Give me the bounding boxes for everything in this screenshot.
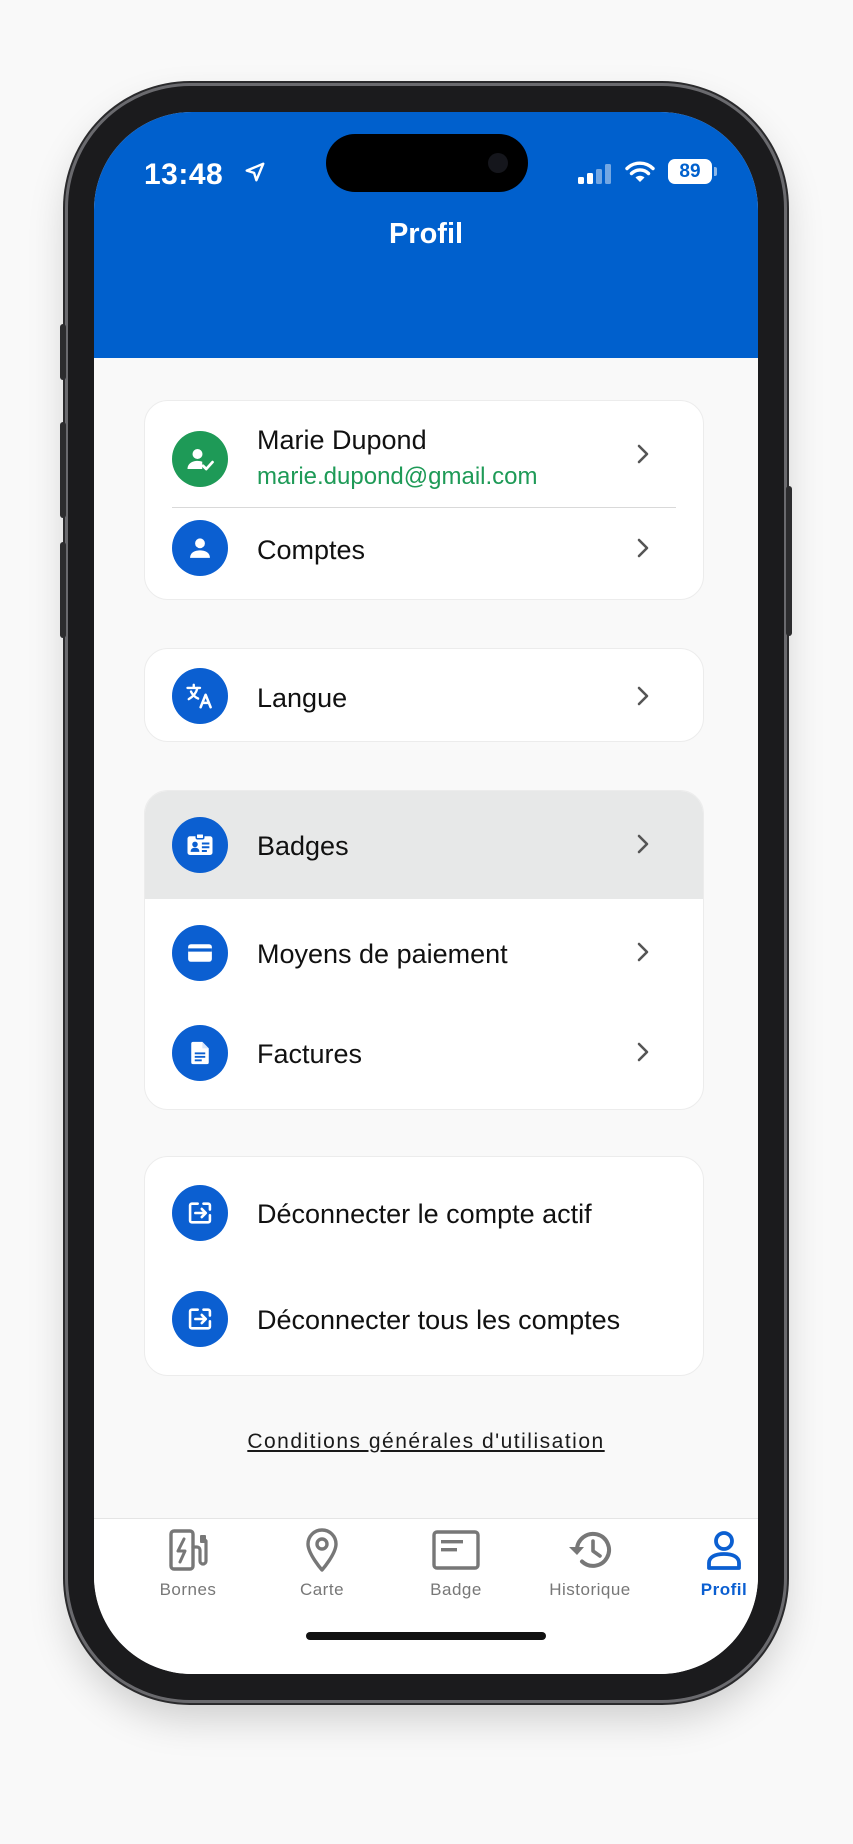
verified-user-icon: [187, 449, 214, 471]
language-row[interactable]: Langue: [145, 649, 703, 741]
document-icon: [191, 1041, 209, 1065]
accounts-avatar: [172, 520, 228, 576]
logout-icon: [188, 1202, 212, 1224]
tab-profil[interactable]: Profil: [657, 1527, 758, 1600]
history-icon: [569, 1531, 611, 1568]
home-indicator[interactable]: [306, 1632, 546, 1640]
tab-historique[interactable]: Historique: [523, 1527, 657, 1600]
user-email: marie.dupond@gmail.com: [257, 463, 538, 490]
tab-badge[interactable]: Badge: [389, 1527, 523, 1600]
chevron-right-icon: [637, 444, 649, 464]
badge-id-icon: [187, 833, 213, 855]
payment-methods-row[interactable]: Moyens de paiement: [145, 899, 703, 1007]
user-name: Marie Dupond: [257, 425, 427, 455]
silent-switch: [60, 324, 66, 380]
chevron-right-icon: [637, 1042, 649, 1062]
logout-all-label: Déconnecter tous les comptes: [257, 1305, 621, 1335]
profile-icon: [707, 1531, 741, 1570]
tab-carte[interactable]: Carte: [255, 1527, 389, 1600]
invoices-label: Factures: [257, 1039, 363, 1069]
user-avatar: [172, 431, 228, 487]
app-screen: 13:48 89 Profil Marie Dupond marie.dupon…: [94, 112, 758, 1674]
tab-badge-label: Badge: [430, 1580, 482, 1599]
charging-station-icon: [169, 1529, 208, 1571]
chevron-right-icon: [637, 942, 649, 962]
credit-card-icon: [188, 944, 212, 962]
chevron-right-icon: [637, 686, 649, 706]
status-time: 13:48: [144, 158, 224, 191]
cellular-signal-icon: [578, 164, 611, 184]
person-icon: [190, 538, 210, 558]
wifi-icon: [625, 161, 655, 182]
tab-historique-label: Historique: [549, 1580, 631, 1599]
volume-down-button: [60, 542, 66, 638]
bottom-tab-bar: Bornes Carte Badge Historique Profil: [94, 1518, 758, 1674]
payment-card: Badges Moyens de paiement Factures: [144, 790, 704, 1110]
tab-bornes-label: Bornes: [159, 1580, 217, 1599]
language-label: Langue: [257, 683, 348, 713]
location-arrow-icon: [245, 162, 265, 182]
app-header: 13:48 89 Profil: [94, 112, 758, 358]
logout-active-avatar: [172, 1185, 228, 1241]
logout-all-row[interactable]: Déconnecter tous les comptes: [145, 1265, 703, 1375]
logout-icon: [188, 1308, 212, 1330]
badge-card-icon: [432, 1530, 480, 1570]
map-pin-icon: [306, 1528, 338, 1572]
front-camera: [488, 153, 508, 173]
power-button: [786, 486, 792, 636]
accounts-label: Comptes: [257, 535, 366, 565]
chevron-right-icon: [637, 538, 649, 558]
language-avatar: [172, 668, 228, 724]
phone-frame: 13:48 89 Profil Marie Dupond marie.dupon…: [60, 86, 792, 1700]
language-card: Langue: [144, 648, 704, 742]
badges-avatar: [172, 817, 228, 873]
payment-methods-avatar: [172, 925, 228, 981]
badges-row[interactable]: Badges: [145, 791, 703, 899]
battery-indicator: 89: [668, 159, 712, 184]
user-profile-row[interactable]: Marie Dupond marie.dupond@gmail.com: [145, 401, 703, 507]
logout-active-label: Déconnecter le compte actif: [257, 1199, 592, 1229]
terms-link[interactable]: Conditions générales d'utilisation: [94, 1430, 758, 1454]
logout-active-row[interactable]: Déconnecter le compte actif: [145, 1157, 703, 1265]
logout-all-avatar: [172, 1291, 228, 1347]
translate-icon: [186, 683, 212, 709]
invoices-avatar: [172, 1025, 228, 1081]
profile-card: Marie Dupond marie.dupond@gmail.com Comp…: [144, 400, 704, 600]
accounts-row[interactable]: Comptes: [145, 507, 703, 599]
chevron-right-icon: [637, 834, 649, 854]
invoices-row[interactable]: Factures: [145, 1007, 703, 1109]
tab-bornes[interactable]: Bornes: [121, 1527, 255, 1600]
payment-methods-label: Moyens de paiement: [257, 939, 508, 969]
badges-label: Badges: [257, 831, 349, 861]
dynamic-island: [326, 134, 528, 192]
logout-card: Déconnecter le compte actif Déconnecter …: [144, 1156, 704, 1376]
battery-tip: [714, 167, 717, 176]
tab-profil-label: Profil: [700, 1580, 748, 1599]
page-title: Profil: [388, 218, 464, 250]
volume-up-button: [60, 422, 66, 518]
tab-carte-label: Carte: [299, 1580, 345, 1599]
